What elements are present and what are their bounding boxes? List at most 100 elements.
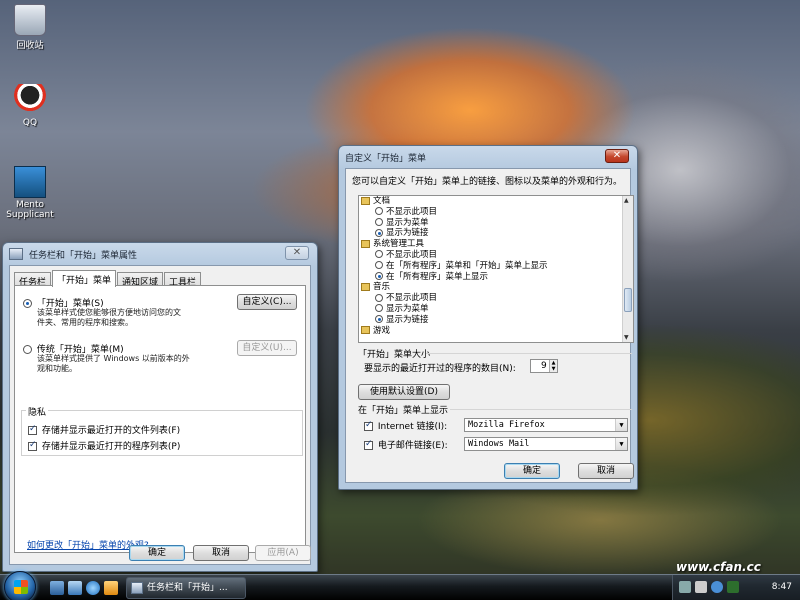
- scroll-down-arrow-icon[interactable]: ▼: [624, 334, 629, 341]
- mento-supplicant-desktop-icon[interactable]: Mento Supplicant: [0, 166, 60, 220]
- tree-option[interactable]: 不显示此项目: [359, 250, 633, 261]
- tree-option[interactable]: 显示为菜单: [359, 304, 633, 315]
- tree-category[interactable]: 文档: [359, 196, 633, 207]
- network-tray-icon[interactable]: [679, 581, 691, 593]
- tree-row-label: 显示为菜单: [386, 217, 429, 228]
- chevron-down-icon[interactable]: ▼: [615, 419, 627, 431]
- internet-explorer-icon[interactable]: [86, 581, 100, 595]
- security-tray-icon[interactable]: [727, 581, 739, 593]
- classic-menu-radio[interactable]: [23, 345, 32, 354]
- watermark: www.cfan.cc: [676, 560, 761, 574]
- recent-files-checkbox-row[interactable]: 存储并显示最近打开的文件列表(F): [28, 423, 180, 436]
- apply-button[interactable]: 应用(A): [255, 545, 311, 561]
- tree-category[interactable]: 游戏: [359, 326, 633, 337]
- clock[interactable]: 8:47: [772, 582, 792, 592]
- folder-icon: [361, 239, 370, 248]
- option-radio[interactable]: [375, 272, 383, 281]
- recent-programs-count-stepper[interactable]: 9 ▲ ▼: [530, 359, 558, 373]
- option-radio[interactable]: [375, 218, 383, 227]
- tree-row-label: 不显示此项目: [386, 249, 438, 260]
- option-radio[interactable]: [375, 250, 383, 259]
- option-radio[interactable]: [375, 293, 383, 302]
- tree-option[interactable]: 不显示此项目: [359, 293, 633, 304]
- email-link-select[interactable]: Windows Mail ▼: [464, 437, 628, 451]
- tree-option[interactable]: 在「所有程序」菜单上显示: [359, 272, 633, 283]
- dialog-titlebar[interactable]: 自定义「开始」菜单 ✕: [345, 146, 631, 168]
- email-link-checkbox[interactable]: [364, 439, 373, 450]
- description-line: 观和功能。: [37, 364, 77, 373]
- tree-row-label: 系统管理工具: [373, 239, 425, 250]
- close-button[interactable]: ✕: [285, 246, 309, 260]
- stepper-arrows-icon[interactable]: ▲ ▼: [549, 360, 557, 372]
- menu-size-legend: 「开始」菜单大小: [358, 350, 431, 360]
- cancel-button[interactable]: 取消: [193, 545, 249, 561]
- desktop-icon-label: 回收站: [16, 41, 44, 51]
- tree-row-label: 在「所有程序」菜单上显示: [386, 271, 489, 282]
- start-menu-customize-button[interactable]: 自定义(C)...: [237, 294, 297, 310]
- internet-link-label: Internet 链接(I):: [377, 422, 448, 432]
- ok-button[interactable]: 确定: [504, 463, 560, 479]
- help-tray-icon[interactable]: [711, 581, 723, 593]
- show-desktop-icon[interactable]: [50, 581, 64, 595]
- option-radio[interactable]: [375, 304, 383, 313]
- folder-icon: [361, 282, 370, 291]
- dialog-title: 任务栏和「开始」菜单属性: [29, 250, 138, 261]
- start-button[interactable]: [4, 571, 36, 600]
- switch-windows-icon[interactable]: [68, 581, 82, 595]
- tree-row-label: 显示为链接: [386, 314, 429, 325]
- scrollbar-thumb[interactable]: [624, 288, 632, 312]
- tree-row-label: 显示为链接: [386, 228, 429, 239]
- scroll-up-arrow-icon[interactable]: ▲: [624, 197, 629, 204]
- dialog-titlebar[interactable]: 任务栏和「开始」菜单属性 ✕: [9, 243, 311, 265]
- chevron-down-icon[interactable]: ▼: [615, 438, 627, 450]
- tree-option[interactable]: 显示为菜单: [359, 218, 633, 229]
- use-default-settings-button[interactable]: 使用默认设置(D): [358, 384, 450, 400]
- email-link-row[interactable]: 电子邮件链接(E):: [364, 438, 448, 451]
- internet-link-select[interactable]: Mozilla Firefox ▼: [464, 418, 628, 432]
- qq-desktop-icon[interactable]: QQ: [0, 84, 60, 128]
- tree-option[interactable]: 在「所有程序」菜单和「开始」菜单上显示: [359, 261, 633, 272]
- taskbar: 任务栏和「开始」... 8:47: [0, 571, 800, 600]
- tree-row-label: 音乐: [373, 282, 391, 293]
- show-on-menu-legend: 在「开始」菜单上显示: [358, 406, 449, 416]
- ok-button[interactable]: 确定: [129, 545, 185, 561]
- notification-area: 8:47: [672, 575, 800, 600]
- tree-option[interactable]: 不显示此项目: [359, 207, 633, 218]
- internet-link-checkbox[interactable]: [364, 420, 373, 431]
- description-line: 该菜单样式使您能够很方便地访问您的文: [37, 308, 181, 317]
- recent-files-checkbox[interactable]: [28, 424, 37, 435]
- network-computer-icon: [14, 166, 46, 198]
- tree-category[interactable]: 音乐: [359, 282, 633, 293]
- start-menu-items-tree[interactable]: 文档 不显示此项目 显示为菜单 显示为链接 系统管理工具 不显示此项目 在「所有程序」菜单和…: [358, 195, 634, 343]
- tree-row-label: 不显示此项目: [386, 293, 438, 304]
- classic-menu-customize-button[interactable]: 自定义(U)...: [237, 340, 297, 356]
- tree-scrollbar[interactable]: ▲ ▼: [622, 196, 633, 342]
- volume-tray-icon[interactable]: [695, 581, 707, 593]
- recent-files-label: 存储并显示最近打开的文件列表(F): [41, 426, 181, 436]
- recent-programs-checkbox[interactable]: [28, 440, 37, 451]
- section-divider: [450, 409, 632, 410]
- start-menu-radio[interactable]: [23, 299, 32, 308]
- windows-logo-icon: [14, 580, 28, 594]
- recent-programs-checkbox-row[interactable]: 存储并显示最近打开的程序列表(P): [28, 439, 180, 452]
- cancel-button[interactable]: 取消: [578, 463, 634, 479]
- internet-link-row[interactable]: Internet 链接(I):: [364, 419, 447, 432]
- media-player-icon[interactable]: [104, 581, 118, 595]
- tree-option[interactable]: 显示为链接: [359, 315, 633, 326]
- privacy-group: 隐私 存储并显示最近打开的文件列表(F) 存储并显示最近打开的程序列表(P): [21, 405, 303, 456]
- option-radio[interactable]: [375, 261, 383, 270]
- section-divider: [426, 353, 632, 354]
- tree-option[interactable]: 显示为链接: [359, 228, 633, 239]
- description-line: 件夹、常用的程序和搜索。: [37, 318, 133, 327]
- option-radio[interactable]: [375, 315, 383, 324]
- taskbar-window-button[interactable]: 任务栏和「开始」...: [126, 577, 246, 599]
- option-radio[interactable]: [375, 207, 383, 216]
- tree-category[interactable]: 系统管理工具: [359, 239, 633, 250]
- tree-row-label: 在「所有程序」菜单和「开始」菜单上显示: [386, 260, 548, 271]
- folder-icon: [361, 326, 370, 335]
- close-button[interactable]: ✕: [605, 149, 629, 163]
- option-radio[interactable]: [375, 228, 383, 237]
- tab-start-menu[interactable]: 「开始」菜单: [52, 270, 117, 287]
- recycle-bin-desktop-icon[interactable]: 回收站: [0, 4, 60, 51]
- tree-row-label: 显示为菜单: [386, 303, 429, 314]
